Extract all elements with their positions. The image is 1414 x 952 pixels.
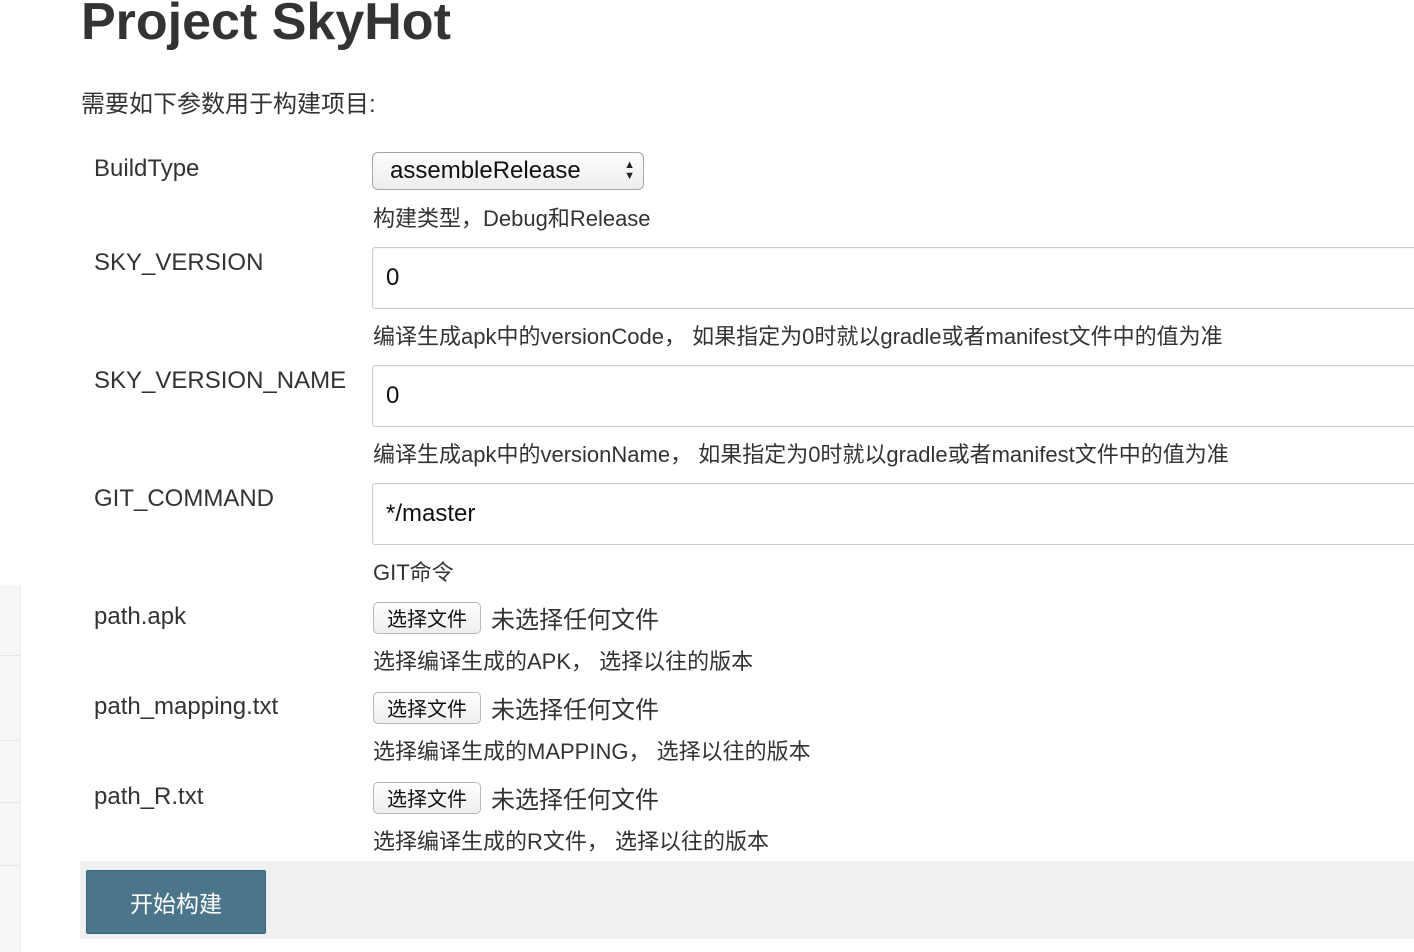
path-r-label: path_R.txt [94,783,204,810]
path-r-choose-file-button[interactable]: 选择文件 [373,781,481,814]
path-apk-file-status: 未选择任何文件 [491,607,659,634]
select-arrows-icon: ▲ ▼ [624,159,635,182]
build-type-selected-value: assembleRelease [390,157,581,184]
path-apk-choose-file-button[interactable]: 选择文件 [373,601,481,634]
path-mapping-description: 选择编译生成的MAPPING， 选择以往的版本 [373,739,811,764]
git-command-label: GIT_COMMAND [94,485,274,512]
left-panel-divider [0,740,20,741]
build-type-select[interactable]: assembleRelease ▲ ▼ [372,152,644,190]
path-apk-description: 选择编译生成的APK， 选择以往的版本 [373,649,754,674]
build-type-label: BuildType [94,155,200,182]
git-command-input[interactable]: */master [372,483,1414,545]
path-mapping-label: path_mapping.txt [94,693,279,720]
path-mapping-choose-file-button[interactable]: 选择文件 [373,691,481,724]
action-bar [80,861,1414,939]
path-mapping-file-input: 选择文件 未选择任何文件 [373,690,659,725]
git-command-value: */master [386,500,476,527]
sky-version-name-description: 编译生成apk中的versionName， 如果指定为0时就以gradle或者m… [373,442,1229,467]
sky-version-name-input[interactable]: 0 [372,365,1414,427]
sky-version-description: 编译生成apk中的versionCode， 如果指定为0时就以gradle或者m… [373,324,1223,349]
left-panel-divider [0,802,20,803]
path-r-file-input: 选择文件 未选择任何文件 [373,780,659,815]
left-panel-strip [0,585,21,952]
path-r-file-status: 未选择任何文件 [491,787,659,814]
page-title: Project SkyHot [81,0,451,51]
path-apk-file-input: 选择文件 未选择任何文件 [373,600,659,635]
sky-version-label: SKY_VERSION [94,249,264,276]
path-r-description: 选择编译生成的R文件， 选择以往的版本 [373,829,770,854]
left-panel-divider [0,655,20,656]
start-build-button[interactable]: 开始构建 [86,870,266,934]
sky-version-value: 0 [386,264,400,291]
sky-version-input[interactable]: 0 [372,247,1414,309]
path-apk-label: path.apk [94,603,187,630]
git-command-description: GIT命令 [373,560,454,585]
build-type-description: 构建类型，Debug和Release [373,206,651,231]
sky-version-name-label: SKY_VERSION_NAME [94,367,347,394]
left-panel-divider [0,865,20,866]
path-mapping-file-status: 未选择任何文件 [491,697,659,724]
intro-text: 需要如下参数用于构建项目: [81,91,376,118]
sky-version-name-value: 0 [386,382,400,409]
